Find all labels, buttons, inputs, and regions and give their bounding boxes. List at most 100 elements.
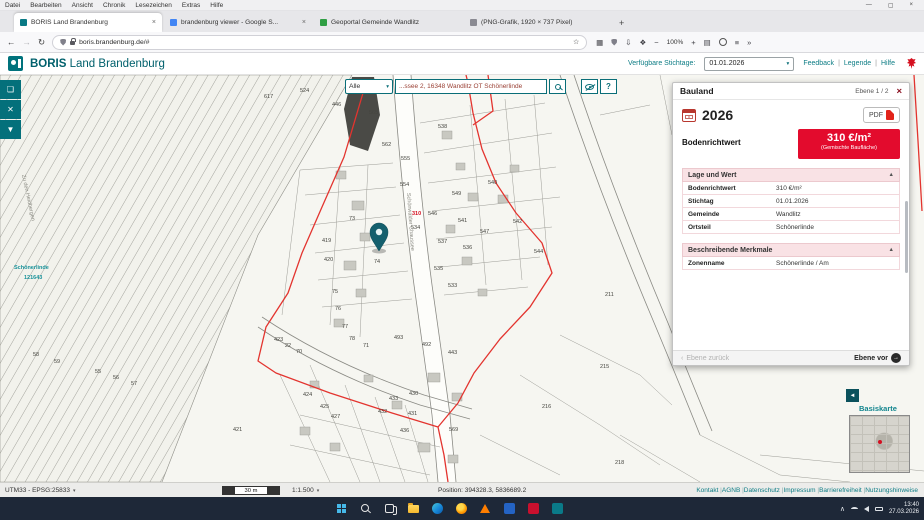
panel-scrollbar[interactable] <box>905 201 908 273</box>
tab-favicon-image <box>470 19 477 26</box>
map-label: 443 <box>448 350 457 356</box>
impressum-link[interactable]: Impressum <box>783 487 819 494</box>
start-button[interactable] <box>332 499 350 517</box>
legende-link[interactable]: Legende <box>844 60 871 67</box>
app-blue-button[interactable] <box>500 499 518 517</box>
extensions-puzzle-icon[interactable]: ❖ <box>640 38 647 47</box>
tab-brandenburg-viewer[interactable]: brandenburg viewer - Google S... × <box>164 13 312 32</box>
scale-bar: 30 m <box>222 486 280 495</box>
taskbar-clock[interactable]: 13:40 27.03.2026 <box>889 502 919 516</box>
reload-button[interactable]: ↻ <box>38 37 45 48</box>
volume-icon[interactable] <box>864 506 869 512</box>
cursor-position: Position: 394328.3, 5836689.2 <box>438 487 526 494</box>
menu-datei[interactable]: Datei <box>5 2 20 9</box>
scale-segment <box>223 487 235 494</box>
help-button[interactable]: ? <box>600 79 617 94</box>
task-view-button[interactable] <box>380 499 398 517</box>
forward-button[interactable]: → <box>23 37 32 47</box>
zoom-level[interactable]: 100% <box>667 39 684 46</box>
edge-button[interactable] <box>428 499 446 517</box>
map-label: 492 <box>422 342 431 348</box>
feedback-link[interactable]: Feedback <box>803 60 834 67</box>
zoom-out-button[interactable]: − <box>654 38 658 47</box>
map-label: 549 <box>452 191 461 197</box>
apps-grid-icon[interactable]: ▦ <box>596 38 603 47</box>
datenschutz-link[interactable]: Datenschutz <box>744 487 784 494</box>
map-label: 71 <box>363 343 369 349</box>
section-lage-und-wert[interactable]: Lage und Wert ▲ <box>682 168 900 182</box>
map-label: 537 <box>438 239 447 245</box>
url-text[interactable]: boris.brandenburg.de/# <box>79 39 569 46</box>
crs-dropdown[interactable]: UTM33 - EPSG:25833 ▾ <box>5 487 76 494</box>
battery-icon[interactable] <box>875 507 883 511</box>
new-tab-button[interactable]: + <box>619 18 624 28</box>
profile-icon[interactable] <box>719 38 727 46</box>
close-tool-button[interactable]: ✕ <box>0 100 21 119</box>
menu-bearbeiten[interactable]: Bearbeiten <box>30 2 61 9</box>
sidebar-toggle-icon[interactable]: ▤ <box>704 38 711 47</box>
tab-png-grafik[interactable]: (PNG-Grafik, 1920 × 737 Pixel) <box>464 13 612 32</box>
kontakt-link[interactable]: Kontakt <box>696 487 722 494</box>
search-input[interactable]: ...ssee 2, 16348 Wandlitz OT Schönerlind… <box>395 79 547 94</box>
ebene-indicator: Ebene 1 / 2 <box>855 88 888 95</box>
window-maximize-button[interactable]: ▢ <box>888 2 894 9</box>
tracking-shield-icon[interactable] <box>60 39 66 46</box>
map-label: 536 <box>463 245 472 251</box>
tab-close-icon[interactable]: × <box>302 19 306 26</box>
nutzungshinweise-link[interactable]: Nutzungshinweise <box>865 487 918 494</box>
layers-tool-button[interactable]: ❏ <box>0 80 21 99</box>
app-menu-icon[interactable]: ≡ <box>735 38 739 47</box>
downloads-icon[interactable]: ⇩ <box>625 38 631 47</box>
map-label: 121643 <box>24 275 42 281</box>
search-filter-dropdown[interactable]: Alle ▾ <box>345 79 393 94</box>
ebene-forward-button[interactable]: Ebene vor → <box>854 353 901 363</box>
ebene-back-button[interactable]: ‹ Ebene zurück <box>681 355 729 362</box>
window-close-button[interactable]: × <box>909 2 913 9</box>
security-shield-icon[interactable] <box>611 39 617 46</box>
vlc-button[interactable] <box>476 499 494 517</box>
layers-icon: ❏ <box>7 85 14 94</box>
basemap-collapse-button[interactable]: ◄ <box>846 389 859 402</box>
pdf-export-button[interactable]: PDF <box>863 107 900 123</box>
panel-row: Gemeinde Wandlitz <box>682 208 900 221</box>
menu-hilfe[interactable]: Hilfe <box>210 2 223 9</box>
app-teal-button[interactable] <box>548 499 566 517</box>
chevron-down-icon: ▾ <box>317 488 320 494</box>
overflow-menu-icon[interactable]: » <box>747 38 751 47</box>
menu-ansicht[interactable]: Ansicht <box>72 2 93 9</box>
panel-close-button[interactable]: × <box>896 86 902 97</box>
app-red-button[interactable] <box>524 499 542 517</box>
window-minimize-button[interactable]: — <box>866 2 872 9</box>
tab-boris[interactable]: BORIS Land Brandenburg × <box>14 13 162 32</box>
back-button[interactable]: ← <box>7 37 16 47</box>
hilfe-link[interactable]: Hilfe <box>881 60 895 67</box>
barrierefreiheit-link[interactable]: Barrierefreiheit <box>819 487 865 494</box>
stichtag-select[interactable]: 01.01.2026 ▾ <box>704 57 794 71</box>
taskbar-search-button[interactable] <box>356 499 374 517</box>
firefox-button[interactable] <box>452 499 470 517</box>
search-button[interactable] <box>549 79 566 94</box>
wifi-icon[interactable] <box>851 507 858 511</box>
agnb-link[interactable]: AGNB <box>722 487 744 494</box>
url-bar[interactable]: boris.brandenburg.de/# ☆ <box>52 35 587 50</box>
section-beschreibende-merkmale[interactable]: Beschreibende Merkmale ▲ <box>682 243 900 257</box>
link-separator: | <box>838 60 840 67</box>
menu-lesezeichen[interactable]: Lesezeichen <box>135 2 172 9</box>
bookmark-star-icon[interactable]: ☆ <box>573 38 579 46</box>
hidden-icons-chevron[interactable]: ∧ <box>840 505 845 513</box>
lock-icon[interactable] <box>70 41 75 45</box>
menu-extras[interactable]: Extras <box>182 2 200 9</box>
tab-close-icon[interactable]: × <box>152 19 156 26</box>
map-label: 70 <box>296 349 302 355</box>
filter-tool-button[interactable]: ▼ <box>0 120 21 139</box>
zoom-in-button[interactable]: + <box>691 38 695 47</box>
map-label: 546 <box>428 211 437 217</box>
scale-ratio-dropdown[interactable]: 1:1.500 ▾ <box>292 487 319 494</box>
chevron-down-icon: ▾ <box>787 61 790 67</box>
tab-geoportal[interactable]: Geoportal Gemeinde Wandlitz <box>314 13 462 32</box>
file-explorer-button[interactable] <box>404 499 422 517</box>
menu-chronik[interactable]: Chronik <box>103 2 125 9</box>
basemap-thumbnail[interactable] <box>849 415 910 473</box>
toggle-visibility-button[interactable] <box>581 79 598 94</box>
row-label: Stichtag <box>688 198 776 205</box>
